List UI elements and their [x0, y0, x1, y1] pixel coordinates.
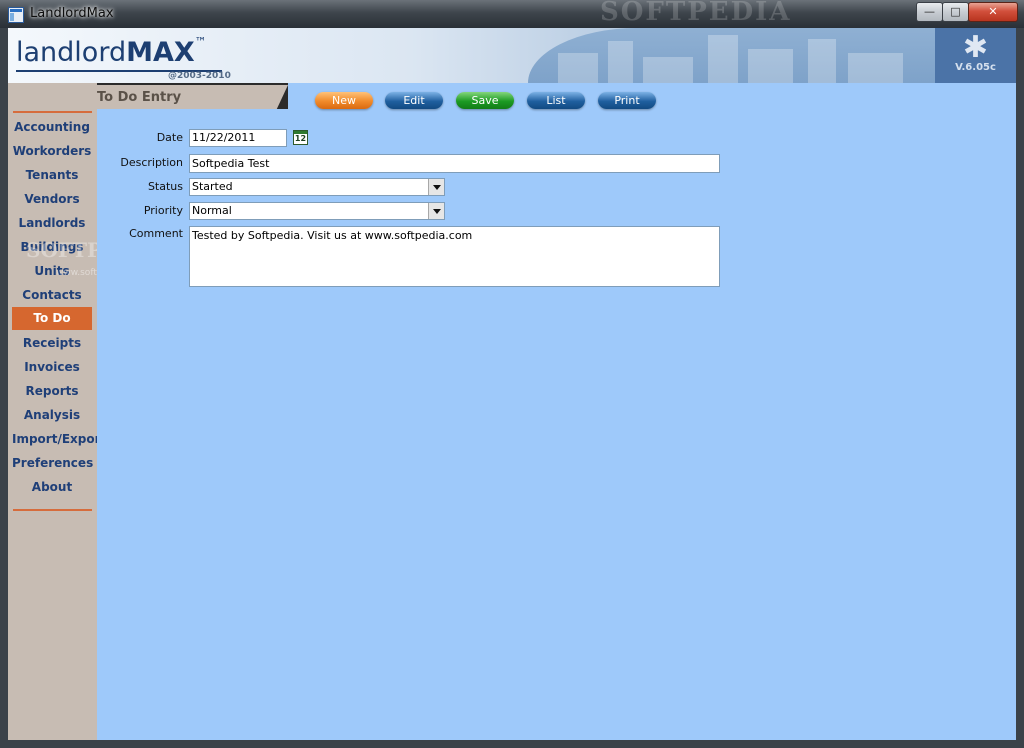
status-dropdown-arrow-icon[interactable] [428, 179, 444, 195]
window-title: LandlordMax [30, 6, 114, 21]
sidebar-item-preferences[interactable]: Preferences [12, 452, 93, 474]
comment-label: Comment [129, 227, 183, 240]
sidebar-item-invoices[interactable]: Invoices [12, 356, 92, 378]
priority-dropdown-arrow-icon[interactable] [428, 203, 444, 219]
sidebar-item-tenants[interactable]: Tenants [12, 164, 92, 186]
asterisk-icon: ✱ [962, 30, 989, 65]
save-button[interactable]: Save [456, 92, 514, 109]
window-titlebar: LandlordMax SOFTPEDIA — □ ✕ [0, 0, 1024, 28]
sidebar-item-contacts[interactable]: Contacts [12, 284, 92, 306]
status-select[interactable]: Started [189, 178, 445, 196]
description-field[interactable]: Softpedia Test [189, 154, 720, 173]
edit-button[interactable]: Edit [385, 92, 443, 109]
sidebar-item-accounting[interactable]: Accounting [12, 116, 92, 138]
status-label: Status [147, 180, 183, 193]
maximize-button[interactable]: □ [942, 2, 969, 22]
description-label: Description [120, 156, 183, 169]
app-icon [8, 7, 24, 23]
minimize-button[interactable]: — [916, 2, 943, 22]
sidebar-item-workorders[interactable]: Workorders [12, 140, 92, 162]
sidebar-item-vendors[interactable]: Vendors [12, 188, 92, 210]
sidebar-item-todo[interactable]: To Do [12, 307, 92, 330]
comment-textarea[interactable]: Tested by Softpedia. Visit us at www.sof… [189, 226, 720, 287]
header-skyline [528, 28, 948, 83]
version-label: V.6.05c [955, 62, 996, 73]
sidebar-item-analysis[interactable]: Analysis [12, 404, 92, 426]
priority-label: Priority [143, 204, 183, 217]
sidebar-item-receipts[interactable]: Receipts [12, 332, 92, 354]
new-button[interactable]: New [315, 92, 373, 109]
app-logo: landlordMAX™ [16, 35, 207, 68]
window-frame-left [0, 28, 8, 748]
version-panel: ✱ V.6.05c [935, 28, 1016, 83]
sidebar-item-landlords[interactable]: Landlords [12, 212, 92, 234]
priority-value: Normal [192, 204, 232, 217]
sidebar-item-about[interactable]: About [12, 476, 92, 498]
close-button[interactable]: ✕ [968, 2, 1018, 22]
sidebar-divider-bottom [13, 509, 92, 511]
window-frame-right [1016, 28, 1024, 748]
page-title: To Do Entry [97, 90, 182, 105]
copyright-text: @2003-2010 [168, 71, 231, 81]
sidebar-item-import-export[interactable]: Import/Export [12, 428, 106, 450]
date-field[interactable]: 11/22/2011 [189, 129, 287, 147]
window-frame-bottom [0, 740, 1024, 748]
sidebar-divider-top [13, 111, 92, 113]
app-header: landlordMAX™ @2003-2010 ✱ V.6.05c [8, 28, 1016, 83]
calendar-icon[interactable]: 12 [293, 130, 308, 145]
sidebar-item-reports[interactable]: Reports [12, 380, 92, 402]
status-value: Started [192, 180, 233, 193]
date-label: Date [156, 131, 183, 144]
print-button[interactable]: Print [598, 92, 656, 109]
watermark-text: SOFTPEDIA [600, 0, 792, 27]
priority-select[interactable]: Normal [189, 202, 445, 220]
list-button[interactable]: List [527, 92, 585, 109]
